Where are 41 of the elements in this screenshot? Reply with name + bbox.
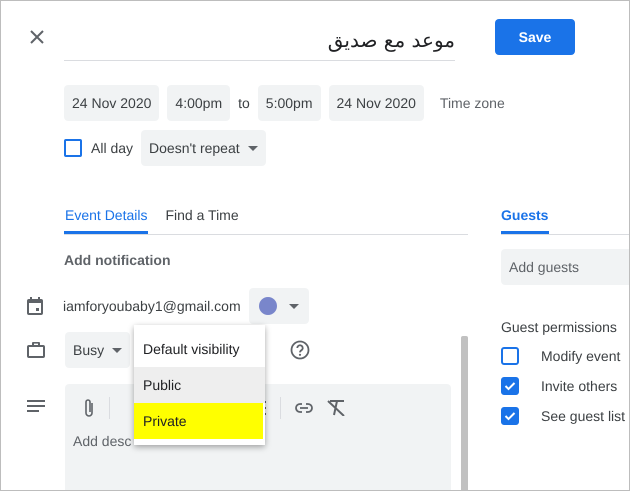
color-dropdown[interactable] [248,288,309,324]
add-notification-link[interactable]: Add notification [64,252,171,268]
description-placeholder: Add desc [73,433,132,449]
start-date-field[interactable]: 24 Nov 2020 [64,85,160,121]
time-zone-button[interactable]: Time zone [440,95,505,111]
description-icon [27,400,45,412]
calendar-icon [27,297,43,315]
all-day-label: All day [91,140,134,156]
end-time-field[interactable]: 5:00pm [258,85,320,121]
permission-label: Invite others [541,378,618,394]
permissions-heading: Guest permissions [501,319,618,335]
menu-item[interactable]: Private [134,403,263,439]
close-icon[interactable] [29,29,45,45]
caret-icon [248,146,258,150]
permission-checkbox[interactable] [501,407,519,425]
permission-checkbox[interactable] [501,347,519,365]
briefcase-icon [27,342,45,358]
permission-label: Modify event [541,348,620,364]
permission-checkbox[interactable] [501,377,519,395]
link-icon[interactable] [295,403,313,413]
menu-item[interactable]: Default visibility [134,331,265,367]
add-guests-field[interactable]: Add guests [501,249,629,285]
calendar-account: iamforyoubaby1@gmail.com [63,298,241,314]
tab[interactable]: Event Details [64,199,148,234]
tab[interactable]: Find a Time [164,199,240,234]
end-date-field[interactable]: 24 Nov 2020 [328,85,424,121]
caret-icon [288,304,299,308]
availability-dropdown[interactable]: Busy [65,332,130,368]
caret-icon [112,348,122,352]
help-icon[interactable] [290,340,310,360]
start-time-field[interactable]: 4:00pm [167,85,230,121]
attachment-icon[interactable] [83,398,95,418]
guests-tab[interactable]: Guests [501,199,549,234]
separator-text: to [238,95,250,111]
all-day-checkbox[interactable] [64,139,82,157]
scrollbar[interactable] [461,336,468,490]
clear-formatting-icon[interactable] [327,400,345,416]
save-button[interactable]: Save [495,19,575,55]
menu-item[interactable]: Public [134,367,265,403]
permission-label: See guest list [541,408,626,424]
repeat-dropdown[interactable]: Doesn't repeat [141,130,266,166]
